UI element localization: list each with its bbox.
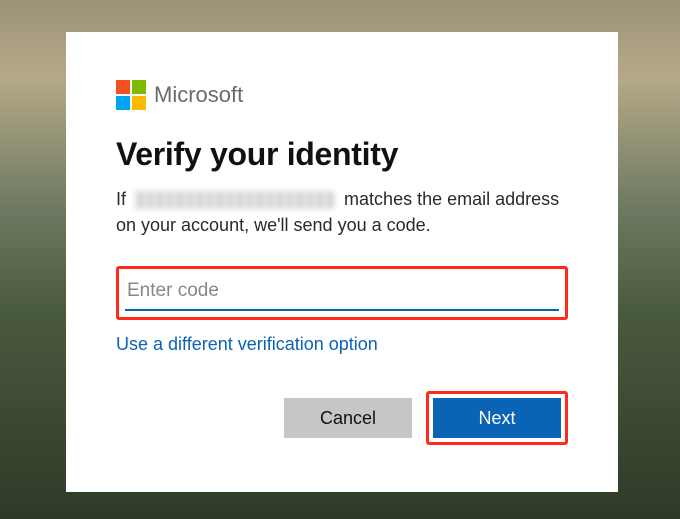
brand-name: Microsoft [154,82,243,108]
next-button-highlight: Next [426,391,568,445]
code-input[interactable] [125,277,559,311]
alt-verification-link[interactable]: Use a different verification option [116,334,378,355]
next-button[interactable]: Next [433,398,561,438]
description-text: If matches the email address on your acc… [116,187,568,238]
brand-header: Microsoft [116,80,568,110]
dialog-actions: Cancel Next [116,391,568,445]
desc-prefix: If [116,189,126,209]
redacted-email [135,191,335,209]
cancel-wrap: Cancel [280,391,416,445]
code-input-highlight [116,266,568,320]
microsoft-logo-icon [116,80,146,110]
page-title: Verify your identity [116,136,568,173]
cancel-button[interactable]: Cancel [284,398,412,438]
verify-identity-dialog: Microsoft Verify your identity If matche… [66,32,618,492]
